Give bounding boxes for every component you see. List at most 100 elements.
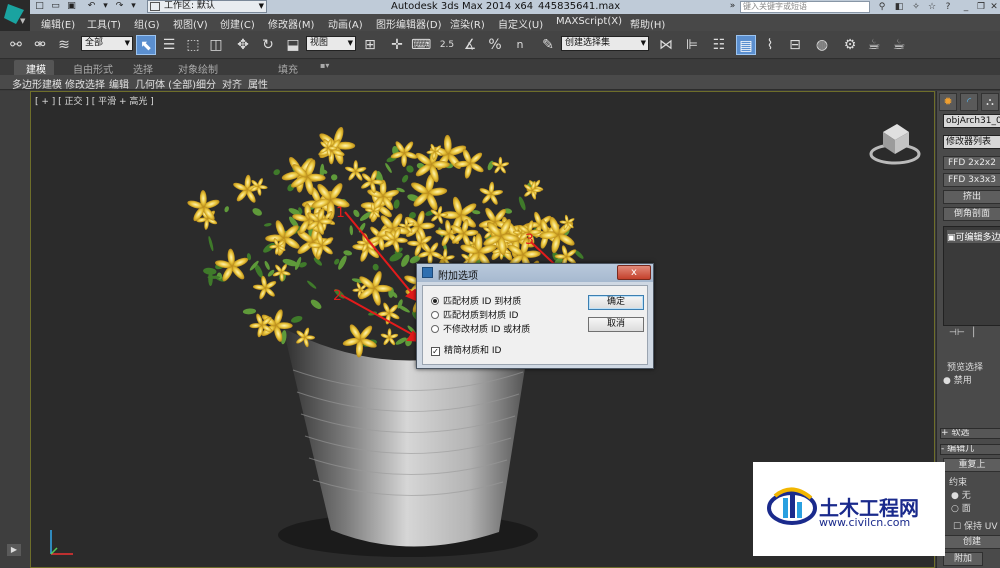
tab-selection[interactable]: 选择 [133, 61, 153, 76]
graphite-tools-icon[interactable]: ▤ [736, 35, 756, 55]
pivot-center-icon[interactable]: ⊞ [360, 35, 380, 55]
subscription-icon[interactable]: ◧ [893, 1, 905, 13]
create-tab-icon[interactable]: ✹ [939, 93, 957, 111]
reference-coord-dropdown[interactable]: 视图 ▼ [306, 36, 356, 51]
ribbon-properties[interactable]: 属性 [248, 76, 268, 91]
menu-views[interactable]: 视图(V) [173, 16, 208, 31]
keep-uv-checkbox[interactable]: ☐ 保持 UV [953, 519, 998, 532]
edit-named-selection-icon[interactable]: ✎ [538, 35, 558, 55]
new-file-icon[interactable]: □ [34, 1, 45, 12]
repeat-last-button[interactable]: 重复上 [943, 458, 1000, 472]
undo-dropdown-icon[interactable]: ▾ [100, 1, 111, 12]
help-icon[interactable]: ? [942, 1, 954, 13]
select-manipulate-icon[interactable]: ✛ [387, 35, 407, 55]
pin-stack-icon[interactable]: ⊣⊢ [949, 328, 965, 338]
layer-manager-icon[interactable]: ☷ [709, 35, 729, 55]
menu-animation[interactable]: 动画(A) [328, 16, 363, 31]
menu-maxscript[interactable]: MAXScript(X) [556, 16, 622, 27]
info-center-arrow-icon[interactable]: » [727, 1, 738, 12]
close-icon[interactable]: ✕ [988, 1, 1000, 13]
minimize-icon[interactable]: _ [960, 1, 972, 13]
tab-object-paint[interactable]: 对象绘制 [178, 61, 218, 76]
tab-populate[interactable]: 填充 [278, 61, 298, 76]
undo-icon[interactable]: ↶ [86, 1, 97, 12]
mirror-icon[interactable]: ⋈ [656, 35, 676, 55]
show-end-result-icon[interactable]: │ [971, 328, 976, 338]
render-icon[interactable]: ☕ [889, 35, 909, 55]
star-icon[interactable]: ☆ [926, 1, 938, 13]
selection-filter-dropdown[interactable]: 全部 ▼ [81, 36, 133, 51]
menu-customize[interactable]: 自定义(U) [498, 16, 543, 31]
redo-icon[interactable]: ↷ [114, 1, 125, 12]
menu-help[interactable]: 帮助(H) [630, 16, 665, 31]
ribbon-options-icon[interactable]: ▪▾ [320, 61, 329, 70]
menu-modifiers[interactable]: 修改器(M) [268, 16, 314, 31]
attach-button[interactable]: 附加 [943, 552, 983, 566]
bind-space-warp-icon[interactable]: ≋ [54, 35, 74, 55]
ffd-3x3x3-button[interactable]: FFD 3x3x3 [943, 173, 1000, 187]
modify-tab-icon[interactable]: ◜ [960, 93, 978, 111]
menu-create[interactable]: 创建(C) [220, 16, 255, 31]
window-crossing-icon[interactable]: ◫ [206, 35, 226, 55]
redo-dropdown-icon[interactable]: ▾ [128, 1, 139, 12]
workspace-dropdown[interactable]: 工作区: 默认 ▼ [147, 0, 267, 13]
menu-rendering[interactable]: 渲染(R) [450, 16, 485, 31]
extrude-button[interactable]: 挤出 [943, 190, 1000, 204]
create-button[interactable]: 创建 [943, 535, 1000, 549]
open-file-icon[interactable]: ▭ [50, 1, 61, 12]
keyboard-shortcut-icon[interactable]: ⌨ [411, 35, 431, 55]
tab-freeform[interactable]: 自由形式 [73, 61, 113, 76]
dialog-close-button[interactable]: x [617, 265, 651, 280]
soft-selection-rollout[interactable]: + 软选 [940, 428, 1000, 439]
search-input[interactable]: 键入关键字或短语 [740, 1, 870, 13]
menu-tools[interactable]: 工具(T) [87, 16, 121, 31]
snap-toggle-icon[interactable]: 2.5 [437, 35, 457, 55]
bevel-profile-button[interactable]: 倒角剖面 [943, 207, 1000, 221]
ribbon-edit[interactable]: 编辑 [109, 76, 129, 91]
preview-disable-radio[interactable]: ● 禁用 [943, 373, 972, 386]
viewcube-icon[interactable] [869, 118, 929, 168]
ribbon-subdivision[interactable]: 细分 [196, 76, 216, 91]
option-match-id-to-material[interactable]: 匹配材质 ID 到材质 [431, 294, 521, 307]
binoculars-icon[interactable]: ⚲ [876, 1, 888, 13]
ffd-2x2x2-button[interactable]: FFD 2x2x2 [943, 156, 1000, 170]
scale-icon[interactable]: ⬓ [283, 35, 303, 55]
modifier-stack[interactable]: ▣可编辑多边 [943, 226, 1000, 326]
select-by-name-icon[interactable]: ☰ [159, 35, 179, 55]
constraint-none-radio[interactable]: ● 无 [951, 488, 971, 501]
object-name-field[interactable]: objArch31_064 [943, 114, 1000, 128]
stack-item[interactable]: ▣可编辑多边 [947, 230, 1000, 243]
dialog-title-bar[interactable]: 附加选项 x [417, 264, 653, 282]
constraint-face-radio[interactable]: ○ 面 [951, 501, 971, 514]
restore-icon[interactable]: ❐ [975, 1, 987, 13]
option-match-material-to-id[interactable]: 匹配材质到材质 ID [431, 308, 518, 321]
ok-button[interactable]: 确定 [588, 295, 644, 310]
ribbon-geometry-all[interactable]: 几何体 (全部) [135, 76, 196, 91]
condense-material-checkbox[interactable]: ✓ 精简材质和 ID [431, 343, 501, 356]
schematic-view-icon[interactable]: ⊟ [785, 35, 805, 55]
select-object-icon[interactable]: ⬉ [136, 35, 156, 55]
ribbon-polygon-modeling[interactable]: 多边形建模 [12, 76, 62, 91]
render-setup-icon[interactable]: ⚙ [840, 35, 860, 55]
link-icon[interactable]: ⚯ [6, 35, 26, 55]
option-do-not-modify[interactable]: 不修改材质 ID 或材质 [431, 322, 530, 335]
move-icon[interactable]: ✥ [233, 35, 253, 55]
percent-snap-icon[interactable]: % [485, 35, 505, 55]
menu-edit[interactable]: 编辑(E) [41, 16, 75, 31]
material-editor-icon[interactable]: ◍ [812, 35, 832, 55]
expand-arrow-icon[interactable]: ▶ [7, 544, 21, 556]
hierarchy-tab-icon[interactable]: ⛬ [981, 93, 999, 111]
save-icon[interactable]: ▣ [66, 1, 77, 12]
cancel-button[interactable]: 取消 [588, 317, 644, 332]
ribbon-align[interactable]: 对齐 [222, 76, 242, 91]
app-logo-button[interactable]: ▼ [0, 0, 30, 32]
spinner-snap-icon[interactable]: n [510, 35, 530, 55]
ribbon-modify-selection[interactable]: 修改选择 [65, 76, 105, 91]
rectangle-selection-icon[interactable]: ⬚ [183, 35, 203, 55]
angle-snap-icon[interactable]: ∡ [460, 35, 480, 55]
curve-editor-icon[interactable]: ⌇ [760, 35, 780, 55]
tab-modeling[interactable]: 建模 [26, 61, 46, 76]
communication-icon[interactable]: ✧ [910, 1, 922, 13]
unlink-icon[interactable]: ⚮ [30, 35, 50, 55]
align-icon[interactable]: ⊫ [682, 35, 702, 55]
